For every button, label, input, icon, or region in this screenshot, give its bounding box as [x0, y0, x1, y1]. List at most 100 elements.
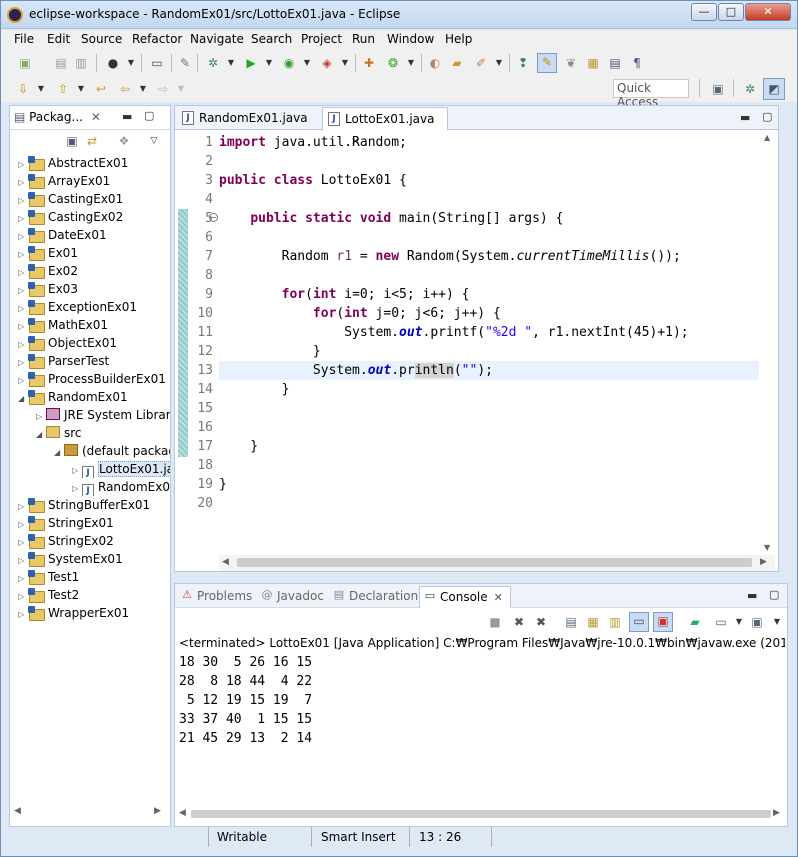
tab-lottoex01[interactable]: J LottoEx01.java ✕ [322, 107, 448, 148]
close-button[interactable]: ✕ [745, 3, 791, 21]
tree-item[interactable]: ▷ AbstractEx01 [18, 154, 128, 172]
word-wrap-icon[interactable]: ▥ [607, 614, 623, 630]
editor-horizontal-scrollbar[interactable]: ◀ ▶ [219, 555, 775, 571]
tree-item[interactable]: ▷ StringEx01 [18, 514, 114, 532]
tree-item[interactable]: ▷ Test1 [18, 568, 79, 586]
fold-toggle-icon[interactable]: − [209, 213, 218, 222]
tree-item[interactable]: ▷J LottoEx01.java [72, 460, 170, 478]
scroll-thumb[interactable] [191, 810, 771, 818]
collapse-icon[interactable]: ◢ [54, 444, 64, 460]
tree-item[interactable]: ▷ ParserTest [18, 352, 109, 370]
filter-icon[interactable]: ❖ [116, 133, 132, 149]
tree-item[interactable]: ▷ Ex02 [18, 262, 78, 280]
scroll-thumb[interactable] [237, 558, 752, 567]
scroll-lock-icon[interactable]: ▦ [585, 614, 601, 630]
chevron-down-icon[interactable]: ▼ [261, 55, 277, 71]
chevron-down-icon[interactable]: ▼ [491, 55, 507, 71]
menu-project[interactable]: Project [301, 32, 342, 46]
editor-vertical-scrollbar[interactable]: ▲ ▼ [760, 133, 776, 553]
debug-icon[interactable]: ✲ [205, 55, 221, 71]
expand-icon[interactable]: ▷ [36, 408, 46, 424]
chevron-down-icon[interactable]: ▼ [73, 81, 89, 97]
chevron-down-icon[interactable]: ▼ [33, 81, 49, 97]
coverage-icon[interactable]: ◉ [281, 55, 297, 71]
tree-item[interactable]: ▷ Ex01 [18, 244, 78, 262]
display-console-icon[interactable]: ▭ [713, 614, 729, 630]
maximize-view-icon[interactable]: ▢ [144, 109, 154, 122]
highlight-icon[interactable]: ✎ [537, 53, 557, 73]
tree-item[interactable]: ▷ ExceptionEx01 [18, 298, 137, 316]
console-output[interactable]: 18 30 5 26 16 15 28 8 18 44 4 22 5 12 19… [179, 653, 779, 748]
minimize-button[interactable]: — [691, 3, 717, 21]
java-perspective-icon[interactable]: ◩ [763, 78, 785, 100]
expand-icon[interactable]: ▷ [72, 480, 82, 496]
menu-window[interactable]: Window [387, 32, 434, 46]
show-whitespace-icon[interactable]: ❦ [563, 55, 579, 71]
scroll-down-icon[interactable]: ▼ [764, 543, 770, 552]
link-with-editor-icon[interactable]: ⇄ [84, 133, 100, 149]
minimize-view-icon[interactable]: ▬ [747, 589, 757, 602]
pin-console-icon[interactable]: ▰ [687, 614, 703, 630]
scroll-right-icon[interactable]: ▶ [760, 557, 767, 567]
chevron-down-icon[interactable]: ▼ [173, 81, 189, 97]
menu-search[interactable]: Search [251, 32, 292, 46]
chevron-down-icon[interactable]: ▼ [135, 81, 151, 97]
last-edit-icon[interactable]: ↩ [93, 81, 109, 97]
minimize-view-icon[interactable]: ▬ [740, 111, 750, 124]
minimize-view-icon[interactable]: ▬ [122, 110, 132, 123]
chevron-down-icon[interactable]: ▼ [299, 55, 315, 71]
open-console-icon[interactable]: ▣ [749, 614, 765, 630]
console-view-icon[interactable]: ▭ [149, 55, 165, 71]
menu-refactor[interactable]: Refactor [132, 32, 182, 46]
chevron-down-icon[interactable]: ▼ [731, 614, 747, 630]
menu-source[interactable]: Source [81, 32, 122, 46]
tree-item[interactable]: ▷ MathEx01 [18, 316, 108, 334]
tab-javadoc[interactable]: @ Javadoc [257, 586, 327, 608]
profile-icon[interactable]: ● [105, 55, 121, 71]
console-horizontal-scrollbar[interactable]: ◀ ▶ [177, 806, 783, 822]
collapse-all-icon[interactable]: ▣ [64, 133, 80, 149]
back-icon[interactable]: ⇦ [117, 81, 133, 97]
tree-item[interactable]: ▷ ProcessBuilderEx01 [18, 370, 166, 388]
prev-annotation-icon[interactable]: ⇧ [55, 81, 71, 97]
tree-item[interactable]: ▷J RandomEx01.java [72, 478, 170, 496]
menu-file[interactable]: File [14, 32, 34, 46]
new-icon[interactable]: ▣ [17, 55, 33, 71]
tab-randomex01[interactable]: J RandomEx01.java [177, 107, 319, 130]
scroll-right-icon[interactable]: ▶ [154, 806, 161, 816]
block-select-icon[interactable]: ▤ [607, 55, 623, 71]
code-area[interactable]: import java.util.Random; public class Lo… [219, 133, 759, 543]
show-on-error-icon[interactable]: ▣ [653, 612, 673, 632]
tree-item[interactable]: ▷ StringEx02 [18, 532, 114, 550]
external-tools-icon[interactable]: ◈ [319, 55, 335, 71]
chevron-down-icon[interactable]: ▼ [223, 55, 239, 71]
paragraph-icon[interactable]: ¶ [629, 55, 645, 71]
collapse-icon[interactable]: ◢ [18, 390, 28, 408]
new-package-icon[interactable]: ❂ [385, 55, 401, 71]
quick-access-input[interactable]: Quick Access [613, 79, 689, 109]
open-type-icon[interactable]: ◐ [427, 55, 443, 71]
tree-item[interactable]: ▷ Ex03 [18, 280, 78, 298]
tree-item[interactable]: ▷ DateEx01 [18, 226, 107, 244]
tree-item[interactable]: ▷ Test2 [18, 586, 79, 604]
tree-item[interactable]: ▷ CastingEx01 [18, 190, 123, 208]
close-icon[interactable]: ✕ [91, 110, 101, 124]
tree-item[interactable]: ◢ RandomEx01 [18, 388, 128, 406]
new-java-project-icon[interactable]: ✚ [361, 55, 377, 71]
pin-icon[interactable]: ✎ [177, 55, 193, 71]
collapse-icon[interactable]: ◢ [36, 426, 46, 444]
remove-all-icon[interactable]: ✖ [533, 614, 549, 630]
chevron-down-icon[interactable]: ▼ [337, 55, 353, 71]
scroll-left-icon[interactable]: ◀ [222, 557, 229, 567]
run-icon[interactable]: ▶ [243, 55, 259, 71]
search-icon[interactable]: ✐ [473, 55, 489, 71]
annotation-icon[interactable]: ▦ [585, 55, 601, 71]
maximize-view-icon[interactable]: ▢ [769, 588, 779, 601]
menu-run[interactable]: Run [352, 32, 375, 46]
scroll-up-icon[interactable]: ▲ [764, 133, 770, 142]
tree-item[interactable]: ◢ (default package) [54, 442, 170, 460]
clear-console-icon[interactable]: ▤ [563, 614, 579, 630]
save-all-icon[interactable]: ▥ [73, 55, 89, 71]
tree-item[interactable]: ▷ StringBufferEx01 [18, 496, 150, 514]
next-annotation-icon[interactable]: ⇩ [15, 81, 31, 97]
